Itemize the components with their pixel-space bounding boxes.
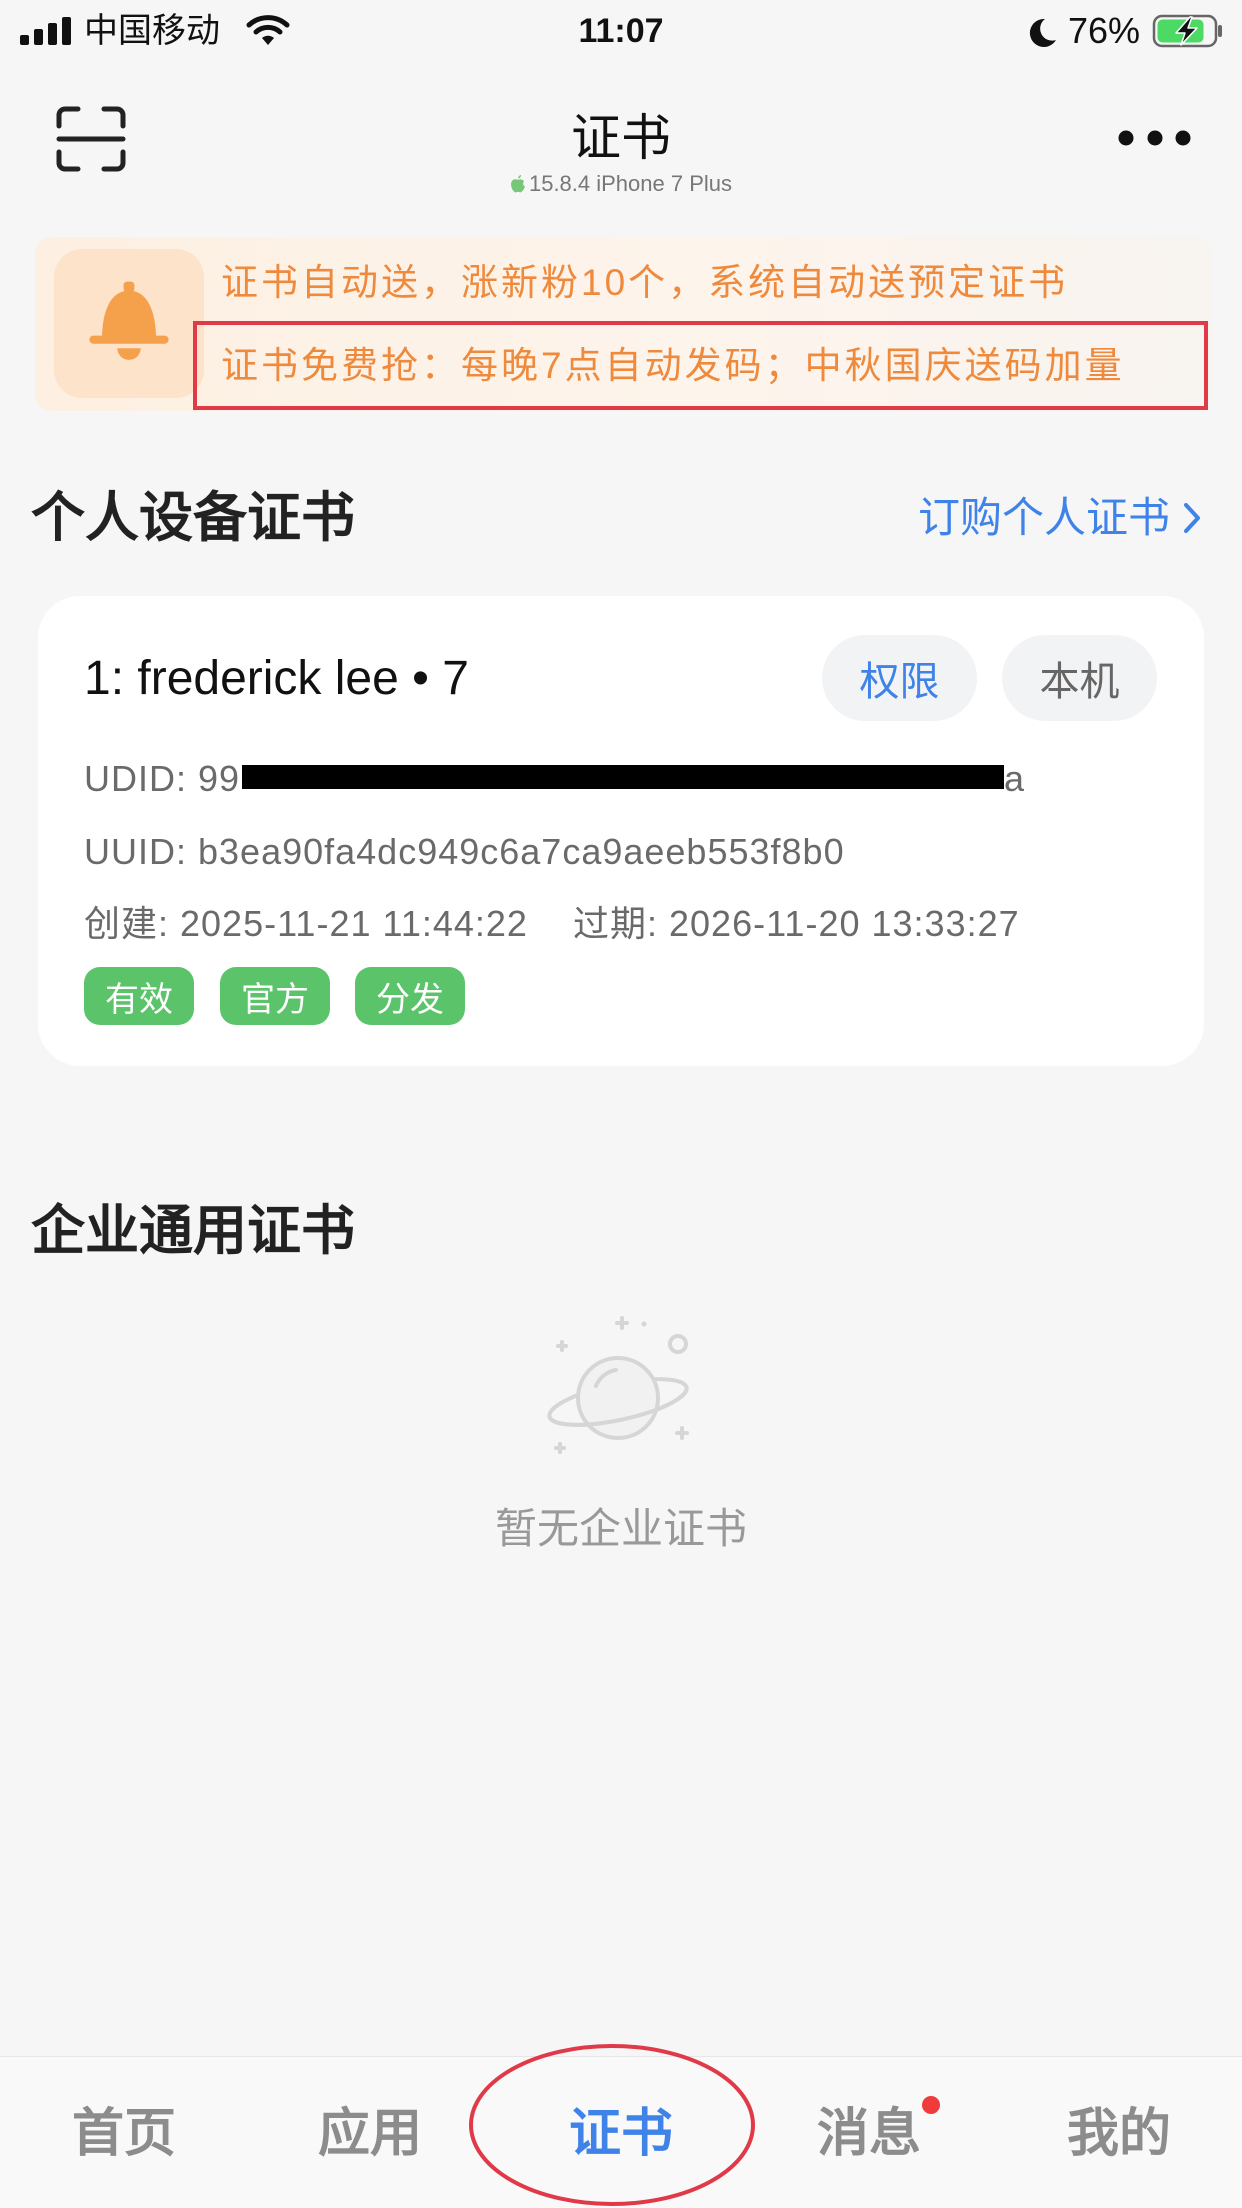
personal-section-title: 个人设备证书: [31, 488, 355, 548]
udid-tail: a: [1004, 758, 1026, 799]
tab-messages[interactable]: 消息: [769, 2103, 969, 2165]
chevron-right-icon: [1184, 503, 1200, 533]
enterprise-section-title: 企业通用证书: [31, 1201, 355, 1261]
uuid-text: UUID: b3ea90fa4dc949c6a7ca9aeeb553f8b0: [84, 831, 845, 872]
battery-icon: [1152, 14, 1222, 48]
tab-certificates[interactable]: 证书: [521, 2103, 721, 2165]
order-personal-cert-link[interactable]: 订购个人证书: [918, 494, 1202, 542]
udid-label: UDID: 99: [84, 758, 241, 799]
tab-mine[interactable]: 我的: [1019, 2103, 1219, 2165]
tab-apps[interactable]: 应用: [270, 2103, 470, 2165]
empty-state-text: 暂无企业证书: [494, 1505, 747, 1552]
device-info-text: 15.8.4 iPhone 7 Plus: [528, 171, 733, 196]
tab-home[interactable]: 首页: [24, 2103, 224, 2165]
device-info: 15.8.4 iPhone 7 Plus: [0, 172, 1242, 196]
status-badge-valid: 有效: [84, 967, 194, 1025]
this-device-button[interactable]: 本机: [1002, 635, 1157, 721]
planet-icon: [547, 1316, 689, 1454]
cert-card[interactable]: 1: frederick lee • 7 权限 本机 UDID: 99 a UU…: [38, 596, 1204, 1066]
highlight-annotation-box: [193, 321, 1208, 410]
cert-name: 1: frederick lee • 7: [84, 652, 469, 705]
moon-icon: [1029, 18, 1056, 47]
battery-percentage: 76%: [1068, 10, 1141, 51]
status-badge-distribution: 分发: [355, 967, 465, 1025]
message-badge-dot: [922, 2096, 940, 2114]
tab-bar: 首页 应用 证书 消息 我的: [0, 2056, 1242, 2208]
notice-line-1: 证书自动送，涨新粉10个，系统自动送预定证书: [221, 262, 1069, 303]
status-badge-official: 官方: [220, 967, 330, 1025]
bell-icon-box: [54, 249, 204, 398]
redaction-bar: [242, 765, 1004, 789]
created-date: 创建: 2025-11-21 11:44:22: [84, 903, 528, 944]
more-icon[interactable]: [1116, 128, 1196, 148]
page-title: 证书: [571, 110, 671, 166]
bell-icon: [89, 281, 169, 360]
expires-date: 过期: 2026-11-20 13:33:27: [573, 903, 1020, 944]
order-link-label: 订购个人证书: [917, 494, 1170, 541]
status-bar: 中国移动 11:07 76%: [0, 0, 1242, 63]
apple-icon: [511, 175, 525, 193]
permission-button[interactable]: 权限: [822, 635, 977, 721]
